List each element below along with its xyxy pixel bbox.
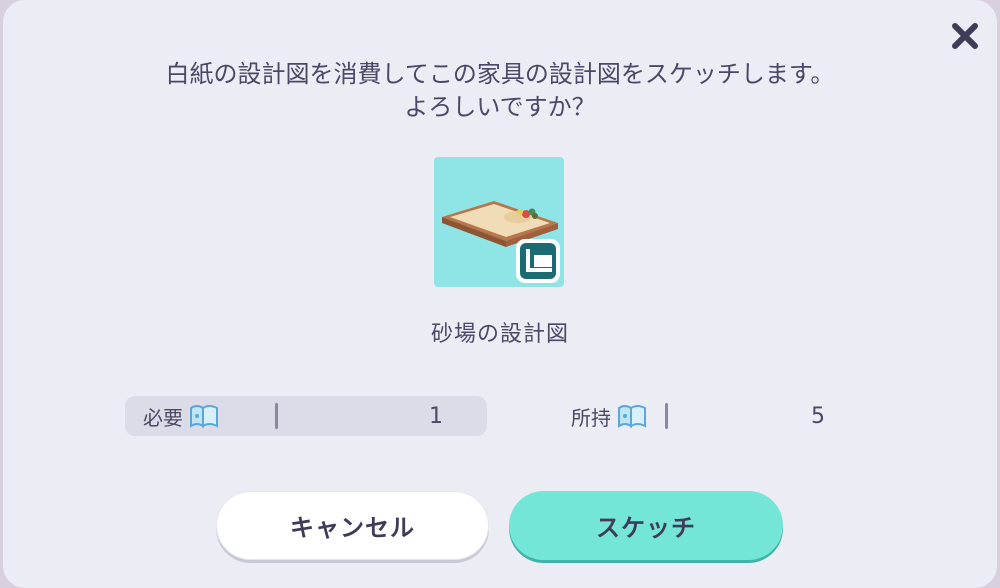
owned-stat: 所持 5 <box>525 396 887 436</box>
required-value: 1 <box>429 403 443 429</box>
sketch-confirm-dialog: 白紙の設計図を消費してこの家具の設計図をスケッチします。 よろしいですか？ 砂場… <box>3 0 997 588</box>
sketch-button[interactable]: スケッチ <box>509 491 783 560</box>
owned-value: 5 <box>811 403 825 429</box>
message-line-1: 白紙の設計図を消費してこの家具の設計図をスケッチします。 <box>165 60 835 88</box>
owned-label: 所持 <box>571 405 611 430</box>
required-stat: 必要 1 <box>125 396 487 436</box>
blank-blueprint-icon <box>618 405 646 428</box>
cancel-button[interactable]: キャンセル <box>216 491 489 560</box>
blank-blueprint-icon <box>190 405 218 428</box>
stat-divider <box>275 403 278 429</box>
close-button[interactable] <box>947 18 983 54</box>
sandbox-blueprint-icon <box>442 201 560 283</box>
message-line-2: よろしいですか？ <box>404 93 596 121</box>
item-thumbnail <box>434 157 564 287</box>
item-name: 砂場の設計図 <box>430 322 569 347</box>
required-label: 必要 <box>143 405 183 430</box>
confirm-message: 白紙の設計図を消費してこの家具の設計図をスケッチします。 よろしいですか？ <box>3 58 997 124</box>
close-icon <box>952 23 978 49</box>
stat-divider <box>665 403 668 429</box>
